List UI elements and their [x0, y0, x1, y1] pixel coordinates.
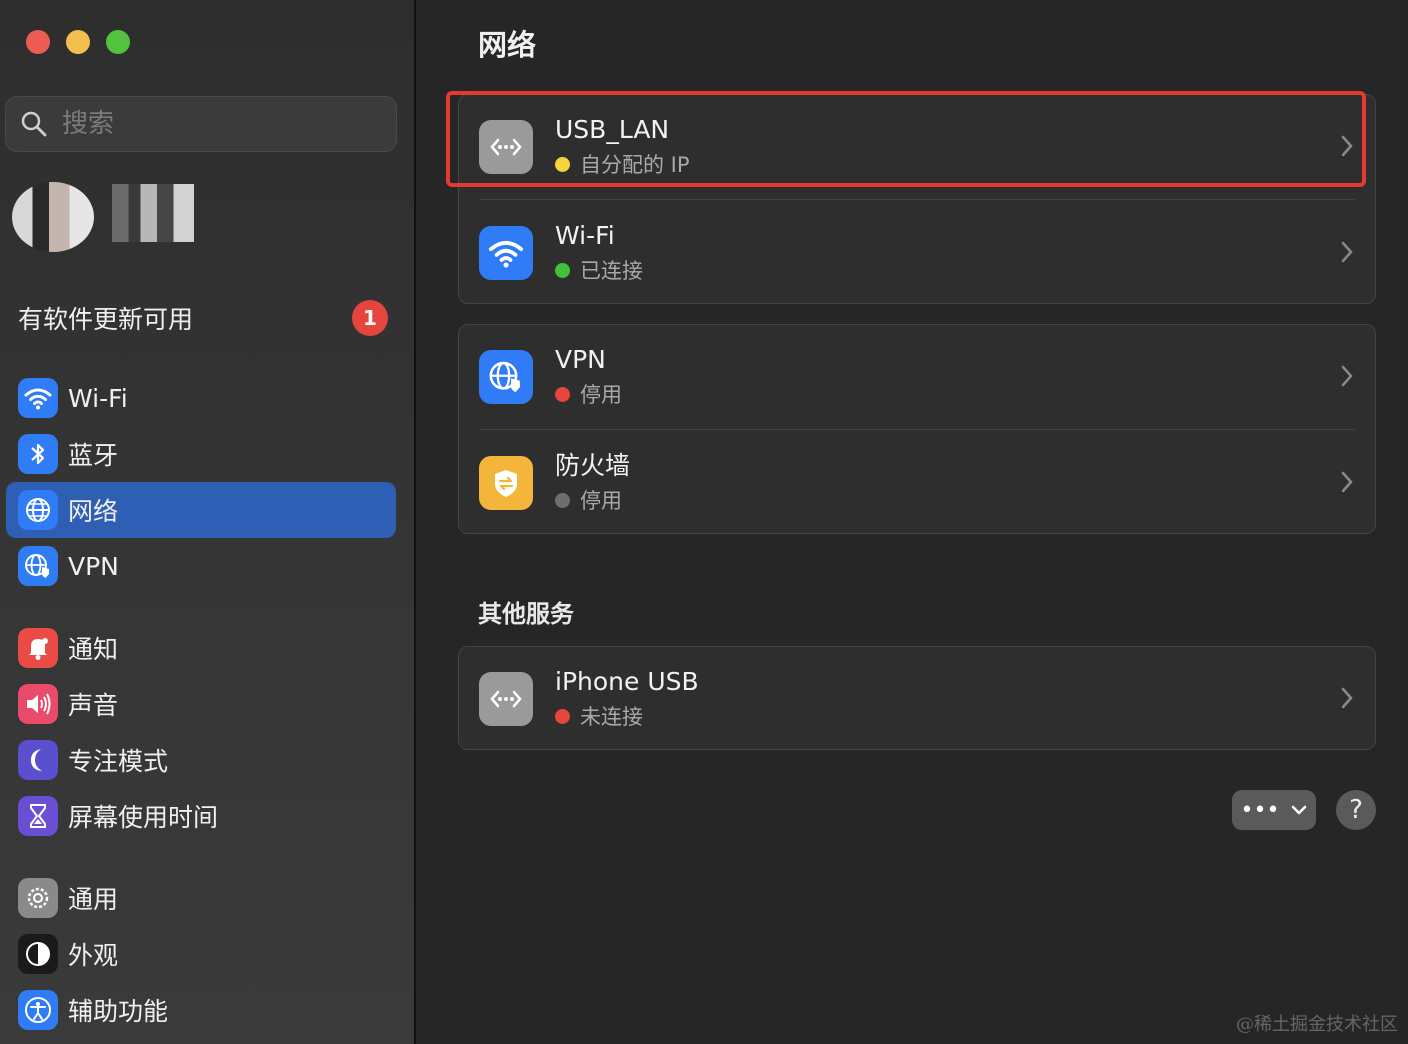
vpn-globe-icon: [18, 546, 58, 586]
sidebar-item-screen-time[interactable]: 屏幕使用时间: [6, 788, 396, 844]
update-count-badge: 1: [352, 300, 388, 336]
chevron-down-icon: [1292, 805, 1307, 815]
status-dot: [555, 386, 570, 402]
sidebar-item-label: Wi-Fi: [68, 383, 128, 413]
service-status: 停用: [580, 383, 622, 407]
sidebar-item-bluetooth[interactable]: 蓝牙: [6, 426, 396, 482]
ethernet-icon: [479, 120, 533, 174]
bell-icon: [18, 628, 58, 668]
other-services-card: iPhone USB 未连接: [458, 646, 1376, 750]
sidebar-item-label: 屏幕使用时间: [68, 803, 219, 832]
vpn-globe-icon: [479, 350, 533, 404]
ethernet-icon: [479, 672, 533, 726]
sidebar-item-wifi[interactable]: Wi-Fi: [6, 370, 396, 426]
sidebar-item-notifications[interactable]: 通知: [6, 620, 396, 676]
sidebar-item-label: 通用: [68, 885, 119, 914]
page-title: 网络: [478, 28, 537, 62]
status-dot: [555, 156, 570, 172]
sidebar-item-label: 声音: [68, 691, 119, 720]
search-box[interactable]: [5, 96, 397, 152]
service-row-vpn[interactable]: VPN 停用: [459, 325, 1375, 429]
service-status: 已连接: [580, 259, 643, 283]
sidebar-item-label: 通知: [68, 635, 119, 664]
service-row-wifi[interactable]: Wi-Fi 已连接: [459, 201, 1375, 305]
service-name: Wi-Fi: [555, 221, 615, 250]
close-window-button[interactable]: [26, 30, 50, 54]
sidebar-item-network[interactable]: 网络: [6, 482, 396, 538]
sidebar-item-label: 蓝牙: [68, 441, 119, 470]
sidebar: 有软件更新可用 1 Wi-Fi 蓝牙 网络 VPN 通知: [0, 0, 416, 1044]
firewall-icon: [479, 456, 533, 510]
sidebar-item-focus[interactable]: 专注模式: [6, 732, 396, 788]
divider: [479, 199, 1355, 200]
globe-icon: [18, 490, 58, 530]
wifi-icon: [479, 226, 533, 280]
service-row-iphone-usb[interactable]: iPhone USB 未连接: [459, 647, 1375, 751]
watermark: @稀土掘金技术社区: [1236, 1014, 1398, 1035]
status-dot: [555, 262, 570, 278]
moon-icon: [18, 740, 58, 780]
search-icon: [21, 111, 47, 137]
more-actions-button[interactable]: •••: [1232, 790, 1316, 830]
sidebar-item-label: 辅助功能: [68, 997, 169, 1026]
chevron-right-icon: [1341, 471, 1353, 493]
sidebar-item-vpn[interactable]: VPN: [6, 538, 396, 594]
software-update-label: 有软件更新可用: [18, 305, 194, 334]
account-name-blurred[interactable]: [112, 184, 194, 242]
help-button[interactable]: ?: [1336, 790, 1376, 830]
sidebar-item-sound[interactable]: 声音: [6, 676, 396, 732]
service-name: USB_LAN: [555, 115, 670, 144]
network-services-card: USB_LAN 自分配的 IP Wi-Fi 已连接: [458, 94, 1376, 304]
zoom-window-button[interactable]: [106, 30, 130, 54]
speaker-icon: [18, 684, 58, 724]
sidebar-item-appearance[interactable]: 外观: [6, 926, 396, 982]
sidebar-item-label: 专注模式: [68, 747, 169, 776]
minimize-window-button[interactable]: [66, 30, 90, 54]
main-pane: 网络 USB_LAN 自分配的 IP Wi-Fi 已连接 VPN 停用 防火墙 …: [418, 0, 1408, 1044]
divider: [479, 429, 1355, 430]
sidebar-item-label: 网络: [68, 497, 119, 526]
service-name: iPhone USB: [555, 667, 699, 696]
status-dot: [555, 492, 570, 508]
sidebar-item-accessibility[interactable]: 辅助功能: [6, 982, 396, 1038]
service-status: 停用: [580, 489, 622, 513]
more-label: •••: [1240, 797, 1280, 823]
sidebar-item-label: VPN: [68, 551, 119, 581]
service-status: 自分配的 IP: [580, 153, 690, 177]
service-row-firewall[interactable]: 防火墙 停用: [459, 431, 1375, 535]
chevron-right-icon: [1341, 687, 1353, 709]
accessibility-icon: [18, 990, 58, 1030]
security-services-card: VPN 停用 防火墙 停用: [458, 324, 1376, 534]
bluetooth-icon: [18, 434, 58, 474]
service-name: 防火墙: [555, 451, 631, 480]
software-update-item[interactable]: 有软件更新可用 1: [18, 298, 388, 338]
hourglass-icon: [18, 796, 58, 836]
service-name: VPN: [555, 345, 606, 374]
sidebar-item-label: 外观: [68, 941, 119, 970]
chevron-right-icon: [1341, 135, 1353, 157]
appearance-icon: [18, 934, 58, 974]
other-services-title: 其他服务: [478, 600, 574, 628]
gear-icon: [18, 878, 58, 918]
chevron-right-icon: [1341, 365, 1353, 387]
avatar[interactable]: [12, 182, 94, 252]
search-input[interactable]: [62, 109, 362, 139]
service-row-usb-lan[interactable]: USB_LAN 自分配的 IP: [459, 95, 1375, 199]
status-dot: [555, 708, 570, 724]
sidebar-item-general[interactable]: 通用: [6, 870, 396, 926]
window-controls: [26, 30, 130, 54]
chevron-right-icon: [1341, 241, 1353, 263]
service-status: 未连接: [580, 705, 643, 729]
wifi-icon: [18, 378, 58, 418]
